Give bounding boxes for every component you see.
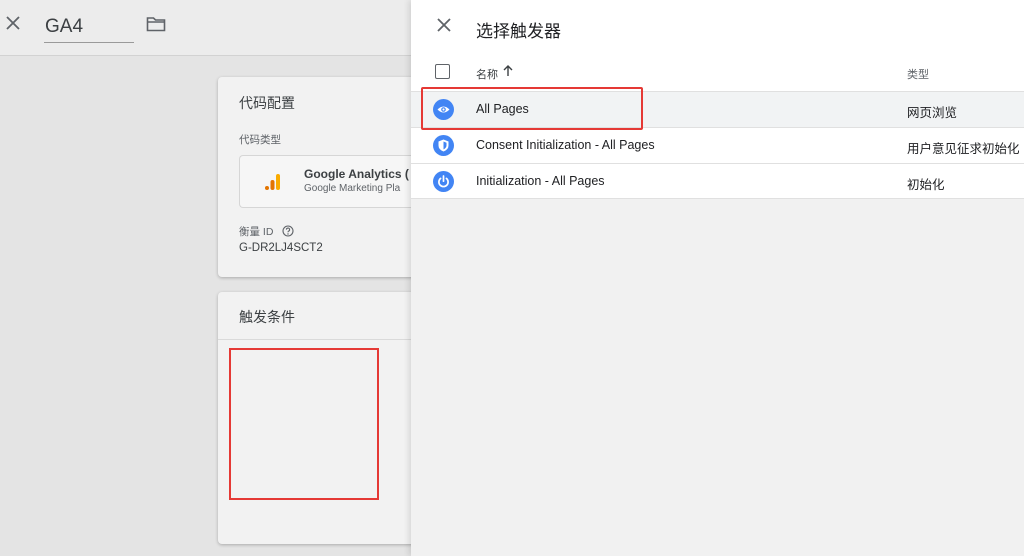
editor-close-icon[interactable] — [4, 14, 22, 32]
table-header: 名称 类型 — [411, 56, 1024, 91]
panel-title: 选择触发器 — [476, 22, 561, 41]
highlight-box-trigger-area — [229, 348, 379, 500]
panel-empty-area — [411, 199, 1024, 556]
sort-ascending-icon[interactable] — [502, 64, 514, 78]
measurement-id-label: 衡量 ID — [239, 226, 274, 238]
trigger-type: 用户意见征求初始化 — [907, 142, 1020, 156]
trigger-name: Initialization - All Pages — [476, 174, 605, 188]
trigger-row-consent-initialization[interactable]: Consent Initialization - All Pages 用户意见征… — [411, 127, 1024, 164]
tag-config-heading: 代码配置 — [239, 95, 295, 111]
column-header-name[interactable]: 名称 — [476, 66, 498, 82]
tag-type-label: 代码类型 — [239, 134, 281, 146]
power-icon — [433, 171, 454, 192]
trigger-type: 网页浏览 — [907, 106, 958, 120]
select-all-checkbox[interactable] — [435, 64, 450, 79]
tag-name-input[interactable]: GA4 — [44, 13, 134, 43]
folder-icon[interactable] — [146, 16, 166, 32]
choose-trigger-panel: 选择触发器 名称 类型 All Pages 网页浏览 Consent Initi… — [411, 0, 1024, 556]
tag-type-name: Google Analytics ( — [304, 167, 409, 181]
column-header-type[interactable]: 类型 — [907, 66, 929, 82]
google-analytics-logo-icon — [263, 172, 283, 192]
trigger-name: Consent Initialization - All Pages — [476, 138, 655, 152]
highlight-box-all-pages — [421, 87, 643, 130]
tag-name-text: GA4 — [45, 16, 84, 37]
trigger-type: 初始化 — [907, 178, 945, 192]
help-icon[interactable] — [282, 224, 294, 237]
triggering-heading: 触发条件 — [239, 309, 295, 325]
shield-icon — [433, 135, 454, 156]
close-icon[interactable] — [436, 17, 452, 33]
trigger-row-initialization[interactable]: Initialization - All Pages 初始化 — [411, 163, 1024, 200]
tag-type-subtitle: Google Marketing Pla — [304, 183, 401, 194]
measurement-id-value: G-DR2LJ4SCT2 — [239, 242, 323, 254]
